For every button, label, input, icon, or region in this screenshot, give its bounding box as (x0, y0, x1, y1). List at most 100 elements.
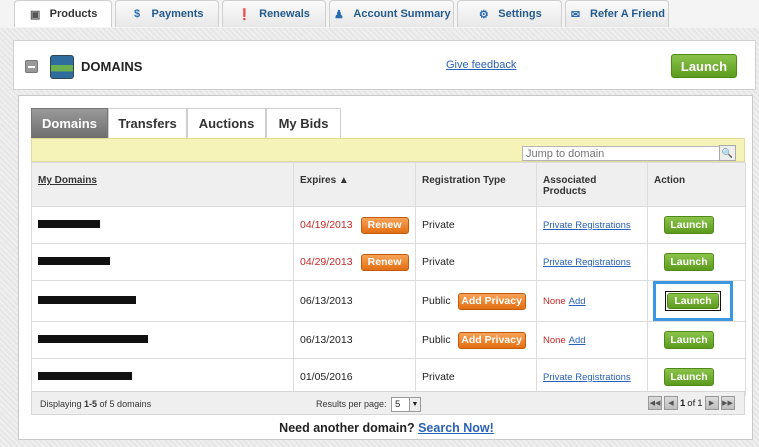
domains-table: My Domains Expires ▲ Registration Type A… (31, 162, 746, 396)
give-feedback-link[interactable]: Give feedback (446, 59, 516, 71)
table-row: 01/05/2016 Private Private Registrations… (31, 358, 746, 396)
expires-date: 06/13/2013 (300, 295, 353, 307)
expires-cell: 04/19/2013 Renew (293, 206, 416, 244)
box-icon: ▣ (29, 8, 41, 21)
private-registrations-link[interactable]: Private Registrations (543, 257, 631, 268)
tab-products[interactable]: ▣ Products (14, 0, 112, 27)
first-page-icon[interactable]: ◀◀ (648, 396, 662, 410)
reg-type: Private (422, 371, 455, 383)
collapse-icon[interactable] (25, 60, 38, 73)
globe-icon (50, 55, 74, 79)
prev-page-icon[interactable]: ◀ (664, 396, 678, 410)
action-cell: Launch (647, 358, 746, 396)
page-total: 1 (697, 397, 703, 409)
displaying-count: Displaying 1-5 of 5 domains (40, 399, 151, 409)
add-privacy-button[interactable]: Add Privacy (457, 292, 526, 310)
expires-date: 01/05/2016 (300, 371, 353, 383)
expires-cell: 01/05/2016 (293, 358, 416, 396)
launch-row-button[interactable]: Launch (664, 368, 714, 386)
tab-refer-a-friend-label: Refer A Friend (590, 8, 665, 20)
reg-type: Public (422, 295, 451, 307)
add-link[interactable]: Add (569, 335, 586, 346)
search-now-link[interactable]: Search Now! (418, 421, 494, 435)
page-current: 1 (680, 397, 686, 409)
next-page-icon[interactable]: ▶ (704, 396, 719, 410)
tab-refer-a-friend[interactable]: ✉ Refer A Friend (565, 0, 669, 27)
private-registrations-link[interactable]: Private Registrations (543, 372, 631, 383)
reg-type-cell: Private (415, 243, 537, 281)
tab-renewals-label: Renewals (259, 8, 310, 20)
table-row: 06/13/2013 Public Add Privacy None Add L… (31, 280, 746, 322)
tab-payments-label: Payments (151, 8, 204, 20)
domain-cell (31, 280, 294, 322)
redacted-domain (38, 257, 110, 265)
col-my-domains[interactable]: My Domains (31, 162, 294, 207)
domain-cell (31, 358, 294, 396)
launch-row-button[interactable]: Launch (664, 216, 714, 234)
col-expires[interactable]: Expires ▲ (293, 162, 416, 207)
expires-cell: 06/13/2013 (293, 321, 416, 359)
focus-highlight: Launch (653, 281, 733, 321)
products-cell: Private Registrations (536, 243, 648, 281)
expires-date: 06/13/2013 (300, 334, 353, 346)
gear-icon: ⚙ (478, 8, 489, 21)
results-per-page-select[interactable]: 5 ▼ (391, 397, 421, 412)
speech-bubble-icon: ✉ (570, 8, 581, 21)
redacted-domain (38, 372, 132, 380)
reg-type-cell: Public Add Privacy (415, 280, 537, 322)
col-my-domains-label: My Domains (38, 175, 97, 186)
tab-renewals[interactable]: ❗ Renewals (222, 0, 326, 27)
products-cell: Private Registrations (536, 358, 648, 396)
private-registrations-link[interactable]: Private Registrations (543, 220, 631, 231)
subtab-my-bids[interactable]: My Bids (266, 108, 341, 138)
table-row: 04/29/2013 Renew Private Private Registr… (31, 243, 746, 281)
add-privacy-button[interactable]: Add Privacy (457, 331, 526, 349)
products-cell: None Add (536, 321, 648, 359)
need-another-domain: Need another domain? Search Now! (19, 421, 754, 435)
col-action: Action (647, 162, 746, 207)
reg-type-cell: Public Add Privacy (415, 321, 537, 359)
table-row: 06/13/2013 Public Add Privacy None Add L… (31, 321, 746, 359)
renew-button[interactable]: Renew (360, 216, 409, 234)
tab-account-summary-label: Account Summary (353, 8, 451, 20)
subtab-transfers[interactable]: Transfers (108, 108, 187, 138)
launch-row-button[interactable]: Launch (664, 253, 714, 271)
tab-account-summary[interactable]: ♟ Account Summary (329, 0, 454, 27)
alert-icon: ❗ (237, 8, 252, 21)
tab-payments[interactable]: $ Payments (115, 0, 219, 27)
tab-settings[interactable]: ⚙ Settings (457, 0, 562, 27)
displaying-range: 1-5 (84, 399, 98, 409)
action-cell: Launch (647, 243, 746, 281)
reg-wrap: Public Add Privacy (422, 331, 530, 349)
reg-type: Private (422, 256, 455, 268)
redacted-domain (38, 296, 136, 304)
launch-row-button[interactable]: Launch (667, 293, 719, 309)
pagination: ◀◀ ◀ 1 of 1 ▶ ▶▶ (648, 396, 735, 410)
expires-cell: 06/13/2013 (293, 280, 416, 322)
last-page-icon[interactable]: ▶▶ (720, 396, 735, 410)
results-per-page-value: 5 (395, 399, 401, 410)
domain-cell (31, 321, 294, 359)
expires-wrap: 04/19/2013 Renew (300, 216, 409, 234)
renew-button[interactable]: Renew (360, 253, 409, 271)
displaying-prefix: Displaying (40, 399, 85, 409)
dollar-icon: $ (133, 8, 141, 20)
add-link[interactable]: Add (569, 296, 586, 307)
reg-type-cell: Private (415, 358, 537, 396)
search-icon[interactable]: 🔍 (719, 145, 736, 161)
action-cell: Launch (647, 280, 746, 322)
domain-cell (31, 206, 294, 244)
launch-row-button[interactable]: Launch (664, 331, 714, 349)
displaying-suffix: of 5 domains (97, 399, 152, 409)
subtab-domains[interactable]: Domains (31, 108, 108, 138)
focus-inner: Launch (665, 291, 721, 311)
redacted-domain (38, 335, 148, 343)
reg-type-cell: Private (415, 206, 537, 244)
jump-to-domain-input[interactable] (522, 146, 728, 161)
results-per-page-label: Results per page: (316, 399, 387, 409)
none-label: None (543, 296, 566, 307)
expires-date: 04/19/2013 (300, 219, 353, 231)
tab-products-label: Products (49, 8, 98, 20)
launch-button[interactable]: Launch (671, 54, 737, 78)
subtab-auctions[interactable]: Auctions (187, 108, 266, 138)
